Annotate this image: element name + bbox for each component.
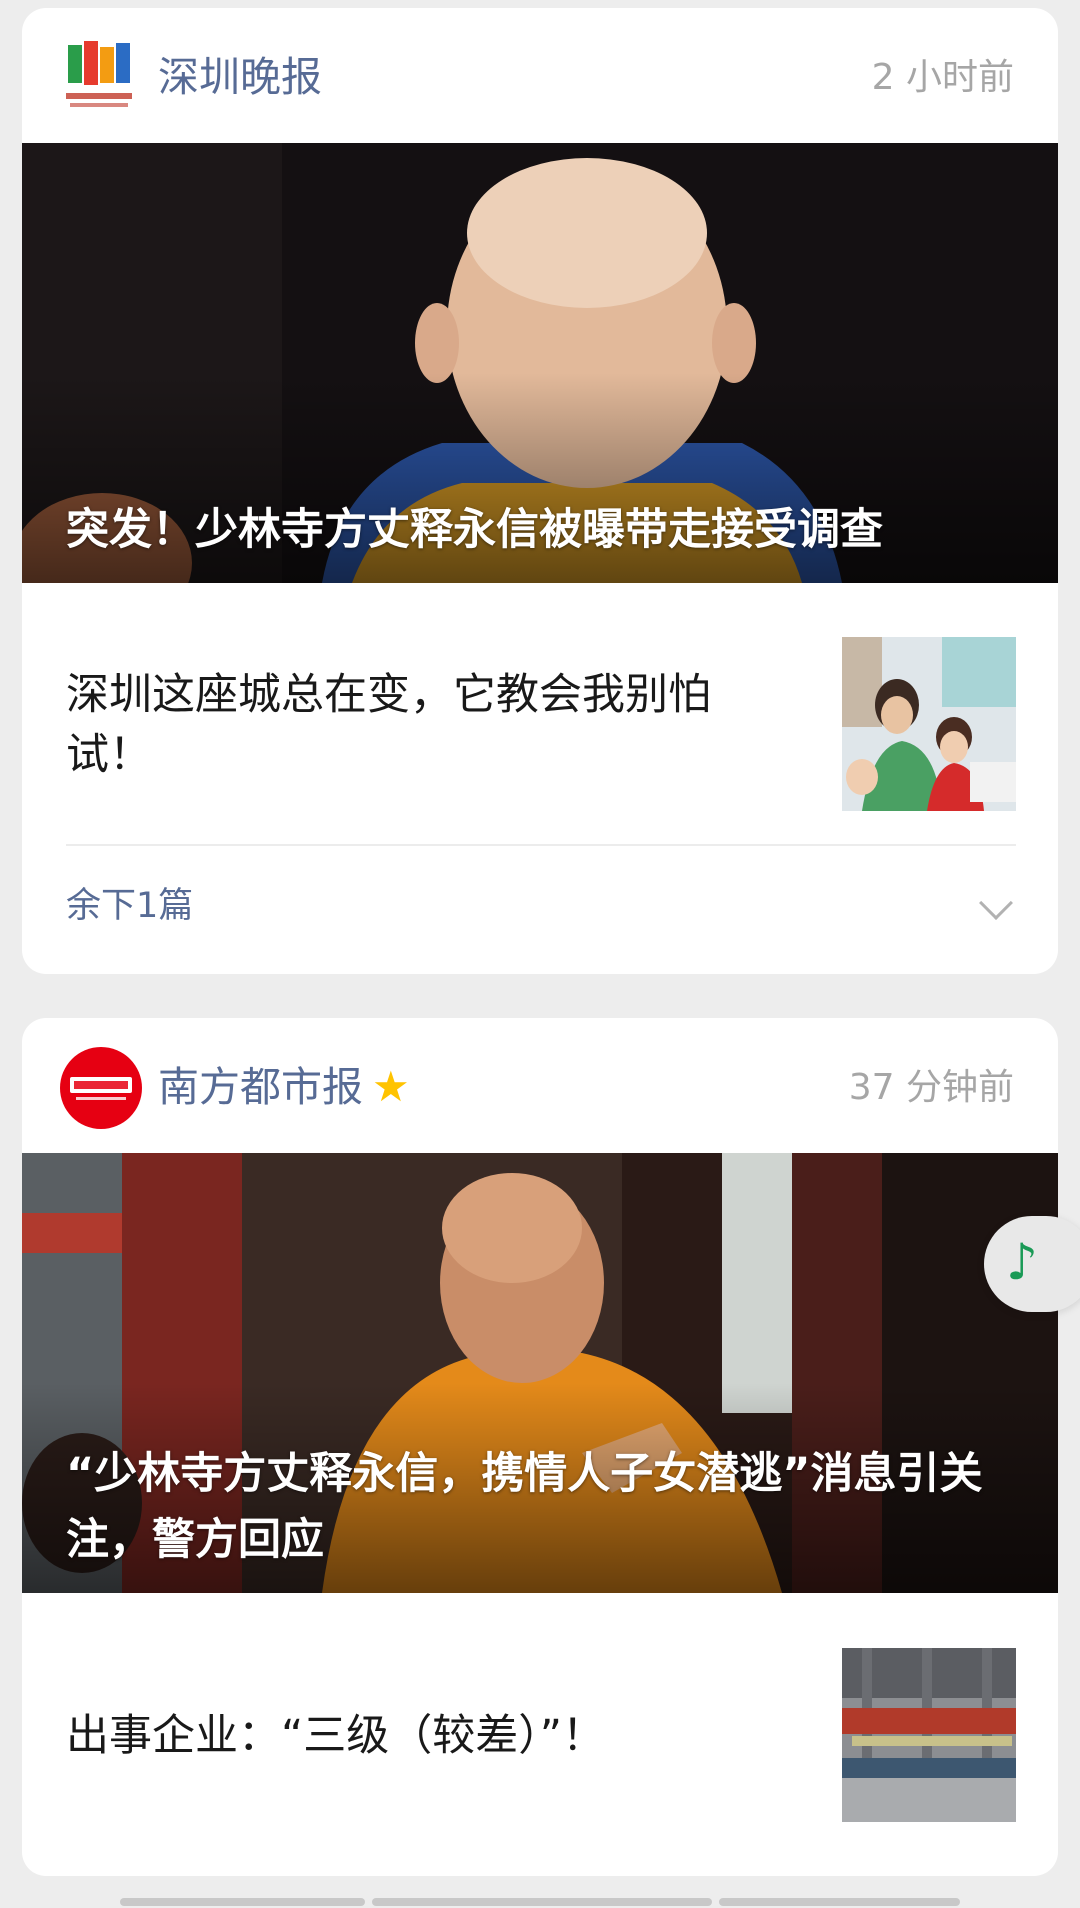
chevron-down-icon[interactable] (979, 886, 1013, 920)
article-title[interactable]: 出事企业：“三级（较差）”！ (66, 1706, 786, 1766)
source-name[interactable]: 深圳晚报 (158, 52, 322, 102)
publish-time: 2 小时前 (871, 57, 1014, 98)
card-header: 深圳晚报 2 小时前 (22, 8, 1058, 143)
page-indicator (120, 1898, 960, 1906)
music-note-icon[interactable]: ♪ (1006, 1232, 1038, 1292)
more-articles-label[interactable]: 余下1篇 (66, 884, 193, 928)
news-card-shenzhen-evening[interactable]: 深圳晚报 2 小时前 突发！少林寺方丈释永信被曝带走接受调查 深圳这座城总在变，… (22, 8, 1058, 974)
news-card-southern-metropolis[interactable]: 南方都市报 ★ 37 分钟前 “少林寺方丈释永信，携情人子女潜逃”消息引关注，警… (22, 1018, 1058, 1876)
feed: 深圳晚报 2 小时前 突发！少林寺方丈释永信被曝带走接受调查 深圳这座城总在变，… (0, 0, 1080, 1908)
southern-metropolis-logo[interactable] (60, 1047, 142, 1129)
shenzhen-evening-logo[interactable] (60, 37, 142, 119)
hero-title[interactable]: “少林寺方丈释永信，携情人子女潜逃”消息引关注，警方回应 (66, 1441, 1002, 1573)
hero-article[interactable]: “少林寺方丈释永信，携情人子女潜逃”消息引关注，警方回应 (22, 1153, 1058, 1593)
article-item[interactable]: 出事企业：“三级（较差）”！ (66, 1648, 1016, 1823)
article-title[interactable]: 深圳这座城总在变，它教会我别怕试！ (66, 665, 786, 785)
article-thumbnail (842, 637, 1016, 811)
hero-article[interactable]: 突发！少林寺方丈释永信被曝带走接受调查 (22, 143, 1058, 583)
article-thumbnail (842, 1648, 1016, 1822)
page-indicator-segment (120, 1898, 365, 1906)
source-name[interactable]: 南方都市报 (158, 1062, 363, 1112)
page-indicator-segment (719, 1898, 960, 1906)
floating-music-button[interactable]: ♪ (984, 1216, 1080, 1312)
hero-title[interactable]: 突发！少林寺方丈释永信被曝带走接受调查 (66, 497, 1002, 563)
publish-time: 37 分钟前 (848, 1067, 1014, 1108)
more-articles-row[interactable]: 余下1篇 (66, 846, 1016, 966)
star-icon: ★ (372, 1062, 410, 1111)
card-header: 南方都市报 ★ 37 分钟前 (22, 1018, 1058, 1153)
page-indicator-segment (372, 1898, 712, 1906)
article-item[interactable]: 深圳这座城总在变，它教会我别怕试！ (66, 637, 1016, 812)
